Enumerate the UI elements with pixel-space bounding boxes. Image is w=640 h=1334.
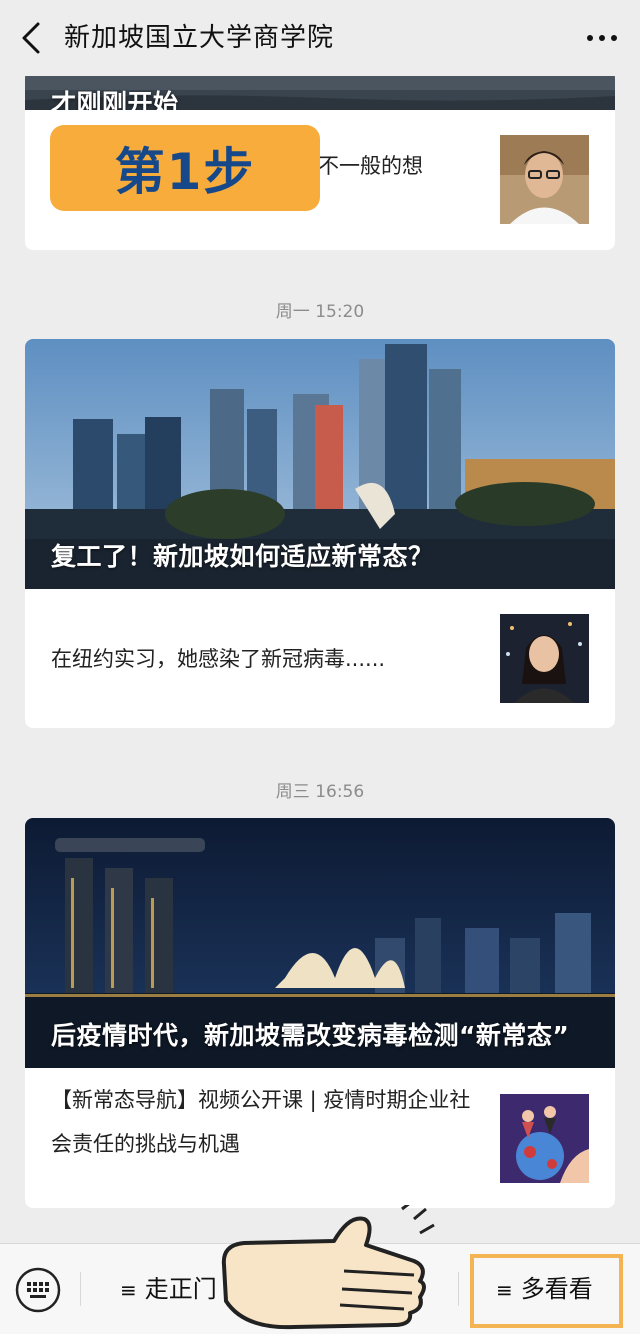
keyboard-toggle-button[interactable] xyxy=(14,1266,62,1314)
article-banner[interactable]: 才刚刚开始 xyxy=(25,70,615,110)
article-banner[interactable]: 后疫情时代，新加坡需改变病毒检测“新常态” xyxy=(25,818,615,1068)
banner-title: 后疫情时代，新加坡需改变病毒检测“新常态” xyxy=(51,1021,570,1050)
keyboard-icon xyxy=(15,1267,61,1313)
article-thumbnail xyxy=(500,135,589,224)
article-sub-title: 【新常态导航】视频公开课 | 疫情时期企业社会责任的挑战与机遇 xyxy=(51,1088,471,1156)
article-card[interactable]: 后疫情时代，新加坡需改变病毒检测“新常态” 【新常态导航】视频公开课 | 疫情时… xyxy=(25,818,615,1208)
more-dots-icon xyxy=(587,35,617,41)
step-badge: 第1步 xyxy=(50,125,320,211)
article-sub-row[interactable]: 【新常态导航】视频公开课 | 疫情时期企业社会责任的挑战与机遇 xyxy=(25,1068,615,1208)
back-button[interactable] xyxy=(14,18,50,58)
article-sub-title: 有不一般的想 xyxy=(297,154,423,178)
pointing-hand-icon xyxy=(221,1205,435,1330)
article-sub-row[interactable]: 在纽约实习，她感染了新冠病毒...... xyxy=(25,589,615,728)
more-button[interactable] xyxy=(582,20,622,56)
menu-divider xyxy=(80,1272,81,1306)
article-sub-title: 在纽约实习，她感染了新冠病毒...... xyxy=(51,647,386,671)
chevron-left-icon xyxy=(22,22,40,54)
banner-title: 才刚刚开始 xyxy=(51,89,179,110)
banner-title: 复工了！新加坡如何适应新常态？ xyxy=(51,542,434,571)
menu-item-label: 走正门 xyxy=(144,1275,217,1303)
menu-divider xyxy=(458,1272,459,1306)
article-thumbnail xyxy=(500,614,589,703)
menu-list-icon: ≡ xyxy=(120,1278,137,1302)
timestamp: 周一 15:20 xyxy=(275,302,365,322)
timestamp: 周三 16:56 xyxy=(275,782,365,802)
tutorial-highlight-frame xyxy=(470,1254,623,1328)
top-nav-bar: 新加坡国立大学商学院 xyxy=(0,0,640,76)
article-card[interactable]: 复工了！新加坡如何适应新常态？ 在纽约实习，她感染了新冠病毒...... xyxy=(25,339,615,728)
page-title: 新加坡国立大学商学院 xyxy=(64,23,335,53)
article-thumbnail xyxy=(500,1094,589,1183)
article-banner[interactable]: 复工了！新加坡如何适应新常态？ xyxy=(25,339,615,589)
